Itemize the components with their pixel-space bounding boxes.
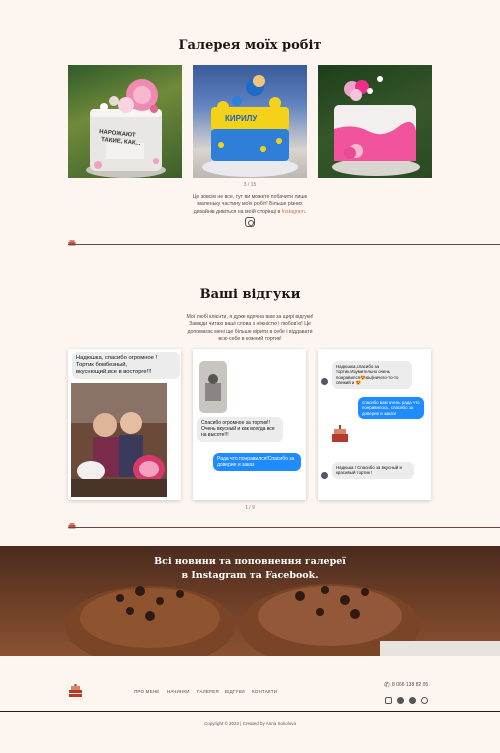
review-line: доверие и заказ! xyxy=(362,410,397,416)
cake-photo-image xyxy=(86,79,166,178)
review-message: Надюша ! Спасибо за вкусный и красивый т… xyxy=(332,462,414,479)
footer-divider xyxy=(0,711,500,712)
avatar xyxy=(321,378,328,385)
cake-logo-icon xyxy=(332,425,348,442)
reviews-intro-line: допомагає мені ще більше вірити в себе і… xyxy=(187,328,313,335)
gallery-photo-3[interactable] xyxy=(318,65,432,178)
gallery-blurb-line: дизайнів дивіться на моїй сторінці в Ins… xyxy=(170,209,330,216)
footer-nav-gallery[interactable]: ГАЛЕРЕЯ xyxy=(197,689,219,694)
copyright: Copyright © 2023 | Created by Anna Sokol… xyxy=(203,721,297,726)
review-line: Тортик бомбезный, xyxy=(76,362,128,368)
social-banner: Всі новини та поповнення галереї в Insta… xyxy=(0,546,500,656)
review-card-3[interactable]: Надюшка,спасибо за тортик.Изумительно оч… xyxy=(318,349,431,500)
review-line: Надюшка, спасибо огромное ! xyxy=(76,355,158,361)
footer-logo-icon[interactable] xyxy=(68,684,83,698)
banner-text: Всі новини та поповнення галереї в Insta… xyxy=(0,555,500,582)
avatar xyxy=(321,472,328,479)
reviews-pager: 1 / 9 xyxy=(245,505,255,511)
gallery-blurb: Це зовсім не все, тут ви можете побачити… xyxy=(170,194,330,216)
review-message: Спасибо огромное за тортик!! Очень вкусн… xyxy=(197,417,283,442)
banner-line: Всі новини та поповнення галереї xyxy=(154,556,346,567)
gallery-title: Галерея моїх робіт xyxy=(178,38,322,53)
footer-nav-about[interactable]: ПРО МЕНЕ xyxy=(134,689,160,694)
gallery-blurb-line: маленьку частину моїх робіт! Більше різн… xyxy=(197,201,303,208)
gallery-photo-2[interactable]: КИРИЛУ xyxy=(193,65,307,178)
review-line: вкуснющий,все в восторге!!! xyxy=(76,369,152,375)
gallery-blurb-line: Це зовсім не все, тут ви можете побачити… xyxy=(192,194,308,200)
instagram-icon[interactable] xyxy=(245,217,255,227)
cake-photo-image xyxy=(332,76,420,176)
review-reply: спасибо вам очень рада что понравилось, … xyxy=(358,397,424,420)
review-line: на высоте!!! xyxy=(201,432,229,439)
gallery-blurb-text: дизайнів дивіться на моїй сторінці в xyxy=(193,208,282,215)
review-photo xyxy=(71,383,167,497)
review-photo xyxy=(199,361,227,413)
footer-nav-fillings[interactable]: НАЧИНКИ xyxy=(167,689,190,694)
review-card-1[interactable]: Надюшка, спасибо огромное ! Тортик бомбе… xyxy=(68,349,181,500)
cake-inscription: КИРИЛУ xyxy=(225,114,258,123)
footer-phone[interactable]: 8 066 138 82 05 xyxy=(392,682,428,688)
footer-nav-reviews[interactable]: ВІДГУКИ xyxy=(225,689,245,694)
review-message: Надюшка,спасибо за тортик.Изумительно оч… xyxy=(332,361,412,389)
phone-icon: ✆ xyxy=(384,682,390,689)
banner-line: в Instagram та Facebook. xyxy=(181,569,319,581)
gallery-blurb-text: . xyxy=(304,208,307,215)
review-line: доверие и заказ xyxy=(217,462,255,469)
section-divider xyxy=(68,244,500,245)
review-reply: Рада что понравился!Спасибо за доверие и… xyxy=(213,453,301,472)
footer-nav-contacts[interactable]: КОНТАКТИ xyxy=(252,689,277,694)
reviews-title: Ваші відгуки xyxy=(199,287,301,302)
gallery-photo-1[interactable]: НАРОЖАЮТ ТАКИЕ, КАК... xyxy=(68,65,182,178)
instagram-link[interactable]: Instagram xyxy=(282,209,305,215)
reviews-intro: Мої любі клієнти, я дуже вдячна вам за щ… xyxy=(170,314,330,343)
telegram-icon[interactable] xyxy=(409,697,416,704)
facebook-icon[interactable] xyxy=(397,697,404,704)
viber-icon[interactable] xyxy=(421,697,428,704)
review-card-2[interactable]: Спасибо огромное за тортик!! Очень вкусн… xyxy=(193,349,306,500)
review-message: Надюшка, спасибо огромное ! Тортик бомбе… xyxy=(72,352,180,379)
review-line: красивый тортик ! xyxy=(336,470,373,476)
review-line: свежий и 😍 xyxy=(336,380,362,386)
instagram-icon[interactable] xyxy=(385,697,392,704)
reviews-intro-line: Завжди читаю ваші слова з ніжністю і люб… xyxy=(189,321,311,328)
section-divider xyxy=(68,527,500,528)
reviews-intro-line: Мої любі клієнти, я дуже вдячна вам за щ… xyxy=(186,314,314,320)
gallery-pager: 3 / 15 xyxy=(243,182,257,188)
reviews-intro-line: всю себе в кожний тортик! xyxy=(218,335,282,342)
